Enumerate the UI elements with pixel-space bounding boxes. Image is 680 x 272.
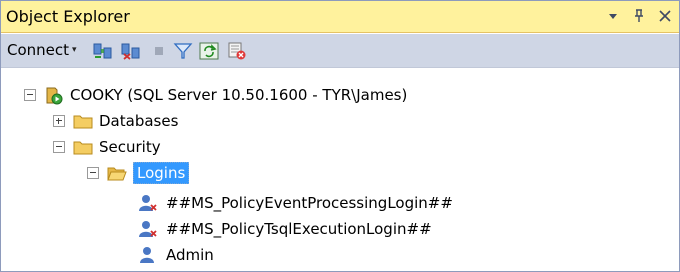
stop-icon[interactable] [149, 42, 169, 60]
close-icon[interactable] [657, 5, 673, 27]
chevron-down-icon: ▾ [72, 45, 77, 55]
tree-node-logins[interactable]: Logins [87, 160, 190, 186]
login-disabled-icon [138, 194, 158, 212]
object-explorer-tree: COOKY (SQL Server 10.50.1600 - TYR\James… [1, 69, 679, 271]
folder-icon [73, 113, 93, 129]
connect-object-explorer-icon[interactable] [93, 42, 113, 60]
tree-node-databases[interactable]: Databases [53, 108, 178, 134]
login-label: ##MS_PolicyEventProcessingLogin## [166, 194, 453, 212]
object-explorer-panel: Object Explorer Connect ▾ COOKY (SQL Ser… [0, 0, 680, 272]
disconnect-icon[interactable] [121, 42, 141, 60]
logins-label: Logins [133, 162, 190, 184]
login-label: ##MS_PolicyTsqlExecutionLogin## [166, 220, 432, 238]
collapse-icon[interactable] [24, 89, 36, 101]
login-disabled-icon [138, 220, 158, 238]
folder-icon [73, 139, 93, 155]
security-label: Security [99, 138, 161, 156]
object-explorer-details-icon[interactable] [227, 42, 247, 60]
connect-button[interactable]: Connect ▾ [7, 41, 77, 59]
login-user-icon [138, 246, 158, 264]
expand-icon[interactable] [53, 115, 65, 127]
tree-node-login[interactable]: ##MS_PolicyEventProcessingLogin## [138, 190, 453, 216]
filter-icon[interactable] [173, 42, 193, 60]
server-label: COOKY (SQL Server 10.50.1600 - TYR\James… [70, 86, 408, 104]
object-explorer-toolbar: Connect ▾ [1, 34, 679, 68]
server-running-icon [44, 85, 64, 105]
pin-icon[interactable] [631, 5, 647, 27]
tree-node-login[interactable]: ##MS_PolicyTsqlExecutionLogin## [138, 216, 432, 242]
tree-node-login[interactable]: Admin [138, 242, 214, 268]
window-position-dropdown-icon[interactable] [605, 5, 621, 27]
folder-open-icon [107, 165, 127, 181]
panel-title-bar: Object Explorer [1, 1, 679, 33]
login-label: Admin [166, 246, 214, 264]
tree-node-server[interactable]: COOKY (SQL Server 10.50.1600 - TYR\James… [24, 82, 407, 108]
tree-node-security[interactable]: Security [53, 134, 161, 160]
collapse-icon[interactable] [87, 167, 99, 179]
title-controls [605, 5, 673, 27]
collapse-icon[interactable] [53, 141, 65, 153]
panel-title: Object Explorer [6, 7, 130, 26]
databases-label: Databases [99, 112, 179, 130]
connect-label: Connect [7, 41, 70, 59]
refresh-icon[interactable] [199, 42, 219, 60]
